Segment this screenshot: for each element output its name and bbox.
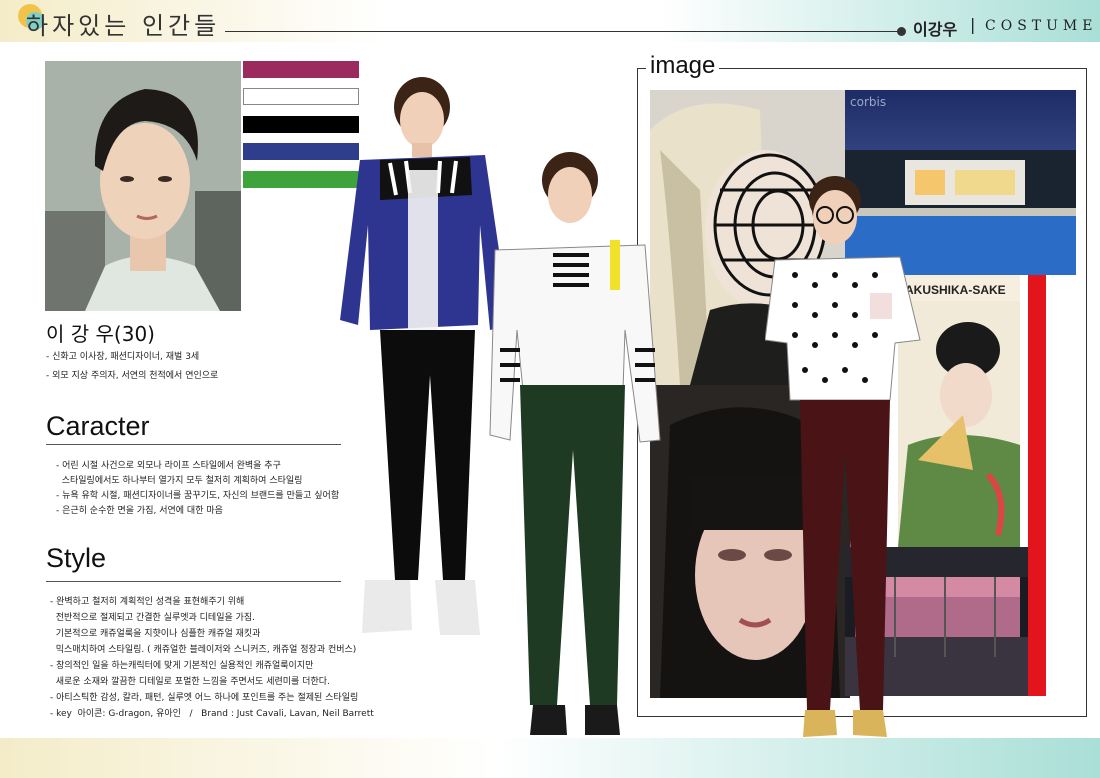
illustration-white-shirt-look	[485, 150, 665, 740]
style-section-rule	[46, 581, 341, 582]
style-section-title: Style	[46, 543, 107, 573]
character-line: - 은근히 순수한 면을 가짐, 서연에 대한 마음	[56, 506, 223, 516]
character-name: 이 강 우(30)	[46, 322, 155, 346]
header-separator: |	[970, 15, 976, 34]
profile-detail: - 외모 지상 주의자, 서연의 천적에서 연인으로	[46, 371, 219, 381]
header-rule	[225, 31, 900, 32]
character-line: - 어린 시절 사건으로 외모나 라이프 스타일에서 완벽을 추구	[56, 461, 281, 471]
profile-detail: - 신화고 이사장, 패션디자이너, 재벌 3세	[46, 352, 200, 362]
header-costume-label: COSTUME	[985, 18, 1098, 34]
style-line: - 창의적인 일을 하는캐릭터에 맞게 기본적인 실용적인 캐쥬얼룩이지만	[50, 661, 314, 671]
illustration-polka-dot-look	[764, 175, 925, 740]
style-line: - 완벽하고 철저히 계획적인 성격을 표현해주기 위해	[50, 597, 245, 607]
header-character-name: 이강우	[913, 20, 958, 39]
image-board-title: image	[646, 52, 720, 80]
style-line: - 아티스틱한 감성, 칼라, 패턴, 실루엣 어느 하나에 포인트를 주는 절…	[50, 693, 359, 703]
collage-watermark: corbis	[850, 95, 887, 109]
drama-logo: 하자있는 인간들	[26, 12, 221, 40]
character-portrait	[45, 61, 241, 311]
style-line: 전반적으로 절제되고 간결한 실루엣과 디테일을 가짐.	[50, 613, 256, 623]
collage-red-strip	[1028, 275, 1046, 696]
style-line: 새로운 소재와 깔끔한 디테일로 포멀한 느낌을 주면서도 세련미를 더한다.	[50, 677, 330, 687]
style-line: 기본적으로 캐쥬얼룩을 지햣이나 심플한 캐쥬얼 재킷과	[50, 629, 261, 639]
character-line: - 뉴욕 유학 시절, 패션디자이너를 꿈꾸기도, 자신의 브랜드를 만들고 싶…	[56, 491, 340, 501]
footer-band	[0, 738, 1100, 778]
style-line: - key 아이콘: G-dragon, 유아인 / Brand : Just …	[50, 709, 374, 719]
character-section-rule	[46, 444, 341, 445]
header-bullet	[897, 27, 906, 36]
character-section-title: Caracter	[46, 411, 150, 441]
character-line: 스타일링에서도 하나부터 열가지 모두 철저히 계획하여 스타일링	[56, 476, 303, 486]
style-line: 믹스매치하여 스타일링. ( 캐쥬얼한 블레이저와 스니커즈, 캐쥬얼 정장과 …	[50, 645, 357, 655]
